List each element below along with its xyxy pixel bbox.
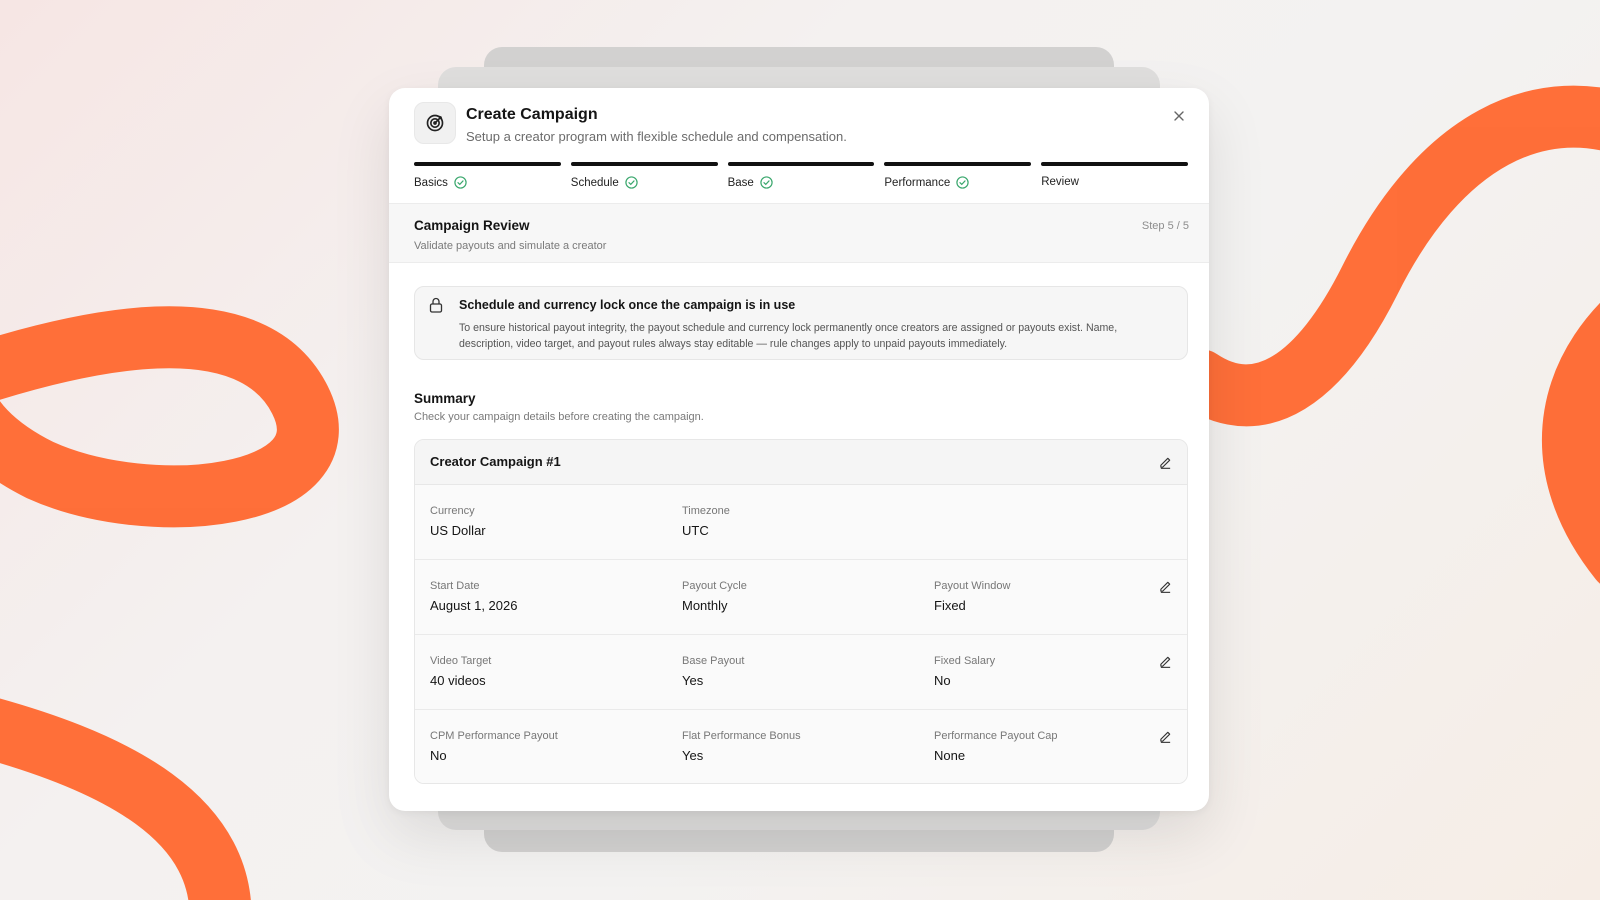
summary-field: Payout Window Fixed	[934, 580, 1010, 613]
field-label: Payout Cycle	[682, 580, 747, 592]
field-label: Fixed Salary	[934, 655, 996, 667]
pencil-icon	[1159, 656, 1170, 668]
close-button[interactable]	[1169, 106, 1189, 126]
field-label: Video Target	[430, 655, 492, 667]
summary-field: Base Payout Yes	[682, 655, 744, 688]
check-circle-icon	[956, 176, 969, 189]
field-value: None	[934, 748, 966, 763]
lock-notice: Schedule and currency lock once the camp…	[414, 286, 1188, 360]
field-label: Payout Window	[934, 580, 1011, 592]
summary-field: Currency US Dollar	[430, 505, 486, 538]
section-header: Campaign Review Validate payouts and sim…	[389, 203, 1209, 263]
field-value: Yes	[682, 748, 704, 763]
field-value: August 1, 2026	[430, 598, 518, 613]
edit-schedule-button[interactable]	[1157, 578, 1173, 594]
summary-card: Creator Campaign #1 Currency US Dollar T…	[414, 439, 1188, 784]
field-value: Monthly	[682, 598, 728, 613]
pencil-icon	[1159, 457, 1170, 469]
modal-header: Create Campaign Setup a creator program …	[414, 102, 1189, 148]
summary-row-schedule: Start Date August 1, 2026 Payout Cycle M…	[415, 560, 1187, 635]
step-progress-bar	[414, 162, 561, 166]
modal-title: Create Campaign	[466, 106, 598, 123]
field-value: US Dollar	[430, 523, 486, 538]
field-value: No	[430, 748, 447, 763]
step-progress-bar	[570, 162, 718, 166]
summary-subtitle: Check your campaign details before creat…	[414, 411, 704, 423]
field-value: UTC	[682, 523, 709, 538]
summary-field: CPM Performance Payout No	[430, 730, 558, 763]
step-schedule[interactable]: Schedule	[570, 162, 718, 192]
field-value: Yes	[682, 673, 704, 688]
pencil-icon	[1159, 731, 1170, 743]
check-circle-icon	[454, 176, 467, 189]
step-label: Schedule	[570, 176, 619, 189]
edit-campaign-name-button[interactable]	[1157, 454, 1173, 470]
close-icon	[1174, 111, 1184, 121]
step-base[interactable]: Base	[727, 162, 875, 192]
summary-row-performance: CPM Performance Payout No Flat Performan…	[415, 710, 1187, 783]
summary-field: Video Target 40 videos	[430, 655, 491, 688]
section-title: Campaign Review	[414, 218, 530, 233]
step-performance[interactable]: Performance	[884, 162, 1032, 192]
summary-title: Summary	[414, 391, 476, 406]
summary-field: Flat Performance Bonus Yes	[682, 730, 801, 763]
step-label: Base	[727, 176, 754, 189]
field-label: Performance Payout Cap	[934, 730, 1058, 742]
step-review[interactable]: Review	[1041, 162, 1188, 192]
step-basics[interactable]: Basics	[414, 162, 561, 192]
notice-body: To ensure historical payout integrity, t…	[459, 322, 1118, 350]
step-label: Review	[1041, 176, 1079, 188]
target-icon	[414, 102, 456, 144]
create-campaign-modal: Create Campaign Setup a creator program …	[389, 88, 1209, 811]
summary-field: Fixed Salary No	[934, 655, 995, 688]
summary-card-header: Creator Campaign #1	[415, 440, 1187, 485]
field-value: Fixed	[934, 598, 966, 613]
summary-field: Timezone UTC	[682, 505, 730, 538]
field-label: Currency	[430, 505, 475, 517]
summary-field: Performance Payout Cap None	[934, 730, 1058, 763]
field-label: Flat Performance Bonus	[682, 730, 801, 742]
check-circle-icon	[625, 176, 638, 189]
pencil-icon	[1159, 581, 1170, 593]
step-progress-bar	[1041, 162, 1188, 166]
summary-field: Payout Cycle Monthly	[682, 580, 747, 613]
field-value: No	[934, 673, 951, 688]
step-label: Performance	[884, 176, 951, 189]
field-label: Start Date	[430, 580, 480, 592]
summary-field: Start Date August 1, 2026	[430, 580, 517, 613]
summary-row-base: Video Target 40 videos Base Payout Yes F…	[415, 635, 1187, 710]
field-label: CPM Performance Payout	[430, 730, 558, 742]
notice-title: Schedule and currency lock once the camp…	[459, 298, 796, 312]
edit-base-button[interactable]	[1157, 653, 1173, 669]
summary-row-currency: Currency US Dollar Timezone UTC	[415, 485, 1187, 560]
step-label: Basics	[414, 176, 448, 189]
campaign-name: Creator Campaign #1	[430, 454, 561, 469]
field-label: Timezone	[682, 505, 730, 517]
field-value: 40 videos	[430, 673, 486, 688]
field-label: Base Payout	[682, 655, 745, 667]
section-subtitle: Validate payouts and simulate a creator	[414, 240, 607, 252]
step-progress-bar	[727, 162, 875, 166]
step-progress-bar	[884, 162, 1032, 166]
stepper: Basics Schedule Base Performance Review	[414, 162, 1188, 192]
check-circle-icon	[760, 176, 773, 189]
edit-performance-button[interactable]	[1157, 728, 1173, 744]
step-indicator: Step 5 / 5	[1141, 220, 1189, 232]
lock-icon	[429, 297, 443, 313]
modal-subtitle: Setup a creator program with flexible sc…	[466, 129, 847, 144]
